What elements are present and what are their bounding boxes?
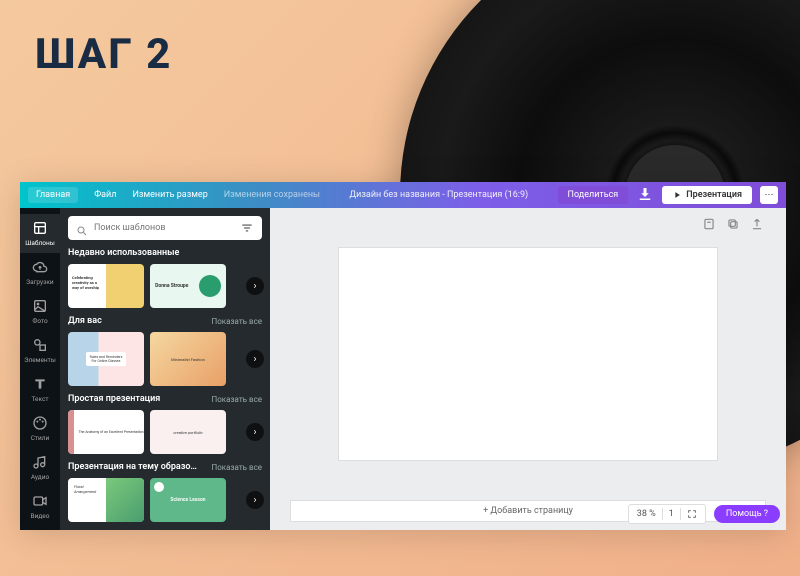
app-body: Шаблоны Загрузки Фото Элементы Текст Сти… bbox=[20, 208, 786, 530]
section-foryou: Для вас Показать все Rules and Reminders … bbox=[60, 316, 270, 386]
present-button[interactable]: Презентация bbox=[662, 186, 752, 204]
notes-icon[interactable] bbox=[702, 216, 716, 230]
bottom-bar: 38 % 1 Помощь ? bbox=[628, 504, 780, 524]
template-thumb[interactable]: Minimalist Fashion bbox=[150, 332, 226, 386]
zoom-control[interactable]: 38 % 1 bbox=[628, 504, 706, 524]
section-title: Простая презентация bbox=[68, 394, 160, 404]
rail-label: Аудио bbox=[31, 473, 49, 481]
template-thumb[interactable]: Floral Arrangement bbox=[68, 478, 144, 522]
topbar: Главная Файл Изменить размер Изменения с… bbox=[20, 182, 786, 208]
section-education: Презентация на тему образо…Показать все … bbox=[60, 462, 270, 522]
search-row bbox=[60, 208, 270, 248]
template-caption: The Anatomy of an Excellent Presentation bbox=[68, 430, 143, 434]
file-menu[interactable]: Файл bbox=[94, 190, 116, 200]
play-icon bbox=[672, 190, 682, 200]
video-icon bbox=[32, 493, 48, 509]
section-simple: Простая презентация Показать все The Anat… bbox=[60, 394, 270, 454]
duplicate-icon[interactable] bbox=[726, 216, 740, 230]
template-thumb[interactable]: Rules and Reminders For Online Classes bbox=[68, 332, 144, 386]
section-title: Презентация на тему образо… bbox=[68, 462, 197, 472]
template-caption: Rules and Reminders For Online Classes bbox=[86, 352, 126, 366]
palette-icon bbox=[32, 415, 48, 431]
section-title: Для вас bbox=[68, 316, 102, 326]
rail-styles[interactable]: Стили bbox=[20, 409, 60, 448]
template-caption: Celebrating creativity as a way of worsh… bbox=[72, 276, 104, 290]
template-thumb[interactable]: Celebrating creativity as a way of worsh… bbox=[68, 264, 144, 308]
fullscreen-icon[interactable] bbox=[687, 509, 697, 519]
text-icon bbox=[32, 376, 48, 392]
page-tools bbox=[702, 216, 764, 230]
rail-text[interactable]: Текст bbox=[20, 370, 60, 409]
template-caption: creative portfolio bbox=[173, 430, 202, 435]
page-canvas[interactable] bbox=[338, 247, 718, 461]
filter-icon[interactable] bbox=[240, 221, 254, 235]
rail-label: Загрузки bbox=[26, 278, 53, 286]
help-button[interactable]: Помощь ? bbox=[714, 505, 780, 523]
home-button[interactable]: Главная bbox=[28, 187, 78, 203]
upload-icon[interactable] bbox=[750, 216, 764, 230]
rail-audio[interactable]: Аудио bbox=[20, 448, 60, 487]
step-title: ШАГ 2 bbox=[35, 30, 172, 79]
canva-app: Главная Файл Изменить размер Изменения с… bbox=[20, 182, 786, 530]
search-icon bbox=[76, 222, 88, 234]
rail-templates[interactable]: Шаблоны bbox=[20, 214, 60, 253]
download-icon bbox=[636, 185, 654, 203]
template-sections: Недавно использованные Celebrating creat… bbox=[60, 248, 270, 530]
shapes-icon bbox=[32, 337, 48, 353]
rail-label: Элементы bbox=[24, 356, 56, 364]
show-all-link[interactable]: Показать все bbox=[212, 317, 262, 326]
rail-label: Текст bbox=[31, 395, 48, 403]
cloud-upload-icon bbox=[32, 259, 48, 275]
topbar-right: Поделиться Презентация ⋯ bbox=[558, 185, 778, 206]
topbar-left: Главная Файл Изменить размер Изменения с… bbox=[28, 187, 320, 203]
photo-icon bbox=[32, 298, 48, 314]
rail-elements[interactable]: Элементы bbox=[20, 331, 60, 370]
present-label: Презентация bbox=[686, 190, 742, 200]
rail-photo[interactable]: Фото bbox=[20, 292, 60, 331]
scroll-right-button[interactable]: › bbox=[246, 350, 264, 368]
show-all-link[interactable]: Показать все bbox=[212, 395, 262, 404]
left-rail: Шаблоны Загрузки Фото Элементы Текст Сти… bbox=[20, 208, 60, 530]
document-title[interactable]: Дизайн без названия - Презентация (16:9) bbox=[320, 190, 558, 200]
templates-icon bbox=[32, 220, 48, 236]
template-thumb[interactable]: creative portfolio bbox=[150, 410, 226, 454]
resize-menu[interactable]: Изменить размер bbox=[132, 190, 207, 200]
search-input[interactable] bbox=[94, 223, 234, 233]
show-all-link[interactable]: Показать все bbox=[212, 463, 262, 472]
zoom-value: 38 % bbox=[637, 509, 656, 519]
rail-label: Видео bbox=[31, 512, 50, 520]
share-button[interactable]: Поделиться bbox=[558, 186, 629, 204]
rail-video[interactable]: Видео bbox=[20, 487, 60, 526]
section-recent: Недавно использованные Celebrating creat… bbox=[60, 248, 270, 308]
rail-uploads[interactable]: Загрузки bbox=[20, 253, 60, 292]
template-thumb[interactable]: Donna Stroupe bbox=[150, 264, 226, 308]
more-button[interactable]: ⋯ bbox=[760, 186, 778, 204]
scroll-right-button[interactable]: › bbox=[246, 491, 264, 509]
template-caption: Science Lesson bbox=[170, 497, 205, 503]
page-count: 1 bbox=[669, 509, 674, 519]
scroll-right-button[interactable]: › bbox=[246, 277, 264, 295]
scroll-right-button[interactable]: › bbox=[246, 423, 264, 441]
canvas-area: + Добавить страницу 38 % 1 Помощь ? bbox=[270, 208, 786, 530]
section-title: Недавно использованные bbox=[68, 248, 179, 258]
page-wrap bbox=[270, 208, 786, 500]
save-status: Изменения сохранены bbox=[224, 190, 320, 200]
template-thumb[interactable]: The Anatomy of an Excellent Presentation bbox=[68, 410, 144, 454]
search-box[interactable] bbox=[68, 216, 262, 240]
templates-panel: Недавно использованные Celebrating creat… bbox=[60, 208, 270, 530]
template-caption: Donna Stroupe bbox=[155, 283, 188, 289]
template-thumb[interactable]: Science Lesson bbox=[150, 478, 226, 522]
template-caption: Minimalist Fashion bbox=[171, 357, 205, 362]
download-button[interactable] bbox=[636, 185, 654, 206]
rail-label: Фото bbox=[32, 317, 47, 325]
music-note-icon bbox=[32, 454, 48, 470]
template-caption: Floral Arrangement bbox=[68, 478, 106, 500]
rail-label: Стили bbox=[31, 434, 50, 442]
rail-label: Шаблоны bbox=[25, 239, 55, 247]
